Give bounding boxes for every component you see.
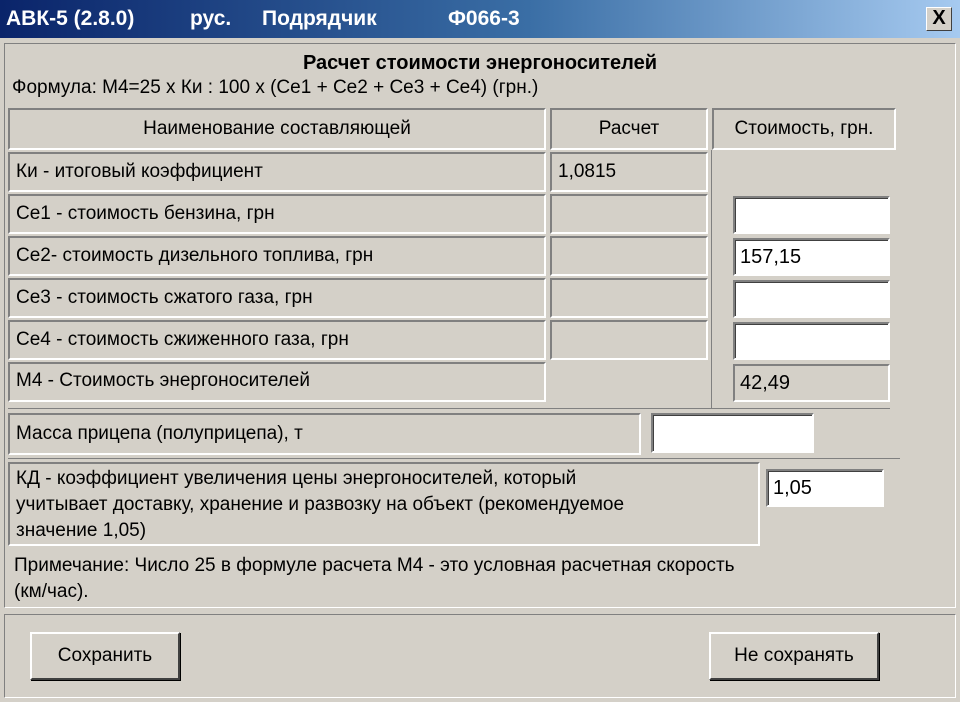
calc-ce2 (550, 236, 708, 276)
section-line (8, 458, 900, 459)
kd-line-2: учитывает доставку, хранение и развозку … (16, 494, 625, 515)
trailer-mass-input[interactable] (651, 413, 814, 453)
cost-column-separator (711, 150, 712, 408)
title-lang: рус. (190, 7, 232, 30)
save-button[interactable]: Сохранить (30, 632, 180, 680)
form-heading: Расчет стоимости энергоносителей (302, 52, 658, 74)
note-text: Примечание: Число 25 в формуле расчета М… (14, 553, 735, 605)
row-label-ce3: Се3 - стоимость сжатого газа, грн (8, 278, 546, 318)
header-cost: Стоимость, грн. (712, 108, 896, 150)
row-label-ce1: Се1 - стоимость бензина, грн (8, 194, 546, 234)
kd-description: КД - коэффициент увеличения цены энергон… (8, 462, 760, 546)
dont-save-button[interactable]: Не сохранять (709, 632, 879, 680)
header-name: Наименование составляющей (8, 108, 546, 150)
cost-ce3-input[interactable] (733, 280, 890, 318)
cost-ce2-input[interactable]: 157,15 (733, 238, 890, 276)
kd-line-1: КД - коэффициент увеличения цены энергон… (16, 468, 577, 489)
kd-line-3: значение 1,05) (16, 520, 147, 541)
note-line-2: (км/час). (14, 581, 89, 602)
row-label-ce4: Се4 - стоимость сжиженного газа, грн (8, 320, 546, 360)
cost-m4-value: 42,49 (733, 364, 890, 402)
row-label-ce2: Се2- стоимость дизельного топлива, грн (8, 236, 546, 276)
title-bar: АВК-5 (2.8.0) рус. Подрядчик Ф066-3 X (0, 0, 960, 38)
cost-ce4-input[interactable] (733, 322, 890, 360)
row-label-m4: М4 - Стоимость энергоносителей (8, 362, 546, 402)
close-icon: X (932, 7, 946, 29)
close-button[interactable]: X (926, 7, 952, 31)
calc-ki: 1,0815 (550, 152, 708, 192)
formula-text: Формула: М4=25 х Ки : 100 х (Се1 + Се2 +… (12, 77, 539, 98)
calc-ce3 (550, 278, 708, 318)
note-line-1: Примечание: Число 25 в формуле расчета М… (14, 555, 735, 576)
kd-input[interactable]: 1,05 (766, 469, 884, 507)
header-calc: Расчет (550, 108, 708, 150)
calc-ce4 (550, 320, 708, 360)
title-form: Ф066-3 (448, 7, 520, 30)
title-user: Подрядчик (262, 7, 377, 30)
table-bottom-line (8, 408, 890, 409)
title-app: АВК-5 (2.8.0) (6, 7, 135, 30)
cost-ce1-input[interactable] (733, 196, 890, 234)
trailer-mass-label: Масса прицепа (полуприцепа), т (8, 413, 641, 455)
calc-ce1 (550, 194, 708, 234)
row-label-ki: Ки - итоговый коэффициент (8, 152, 546, 192)
